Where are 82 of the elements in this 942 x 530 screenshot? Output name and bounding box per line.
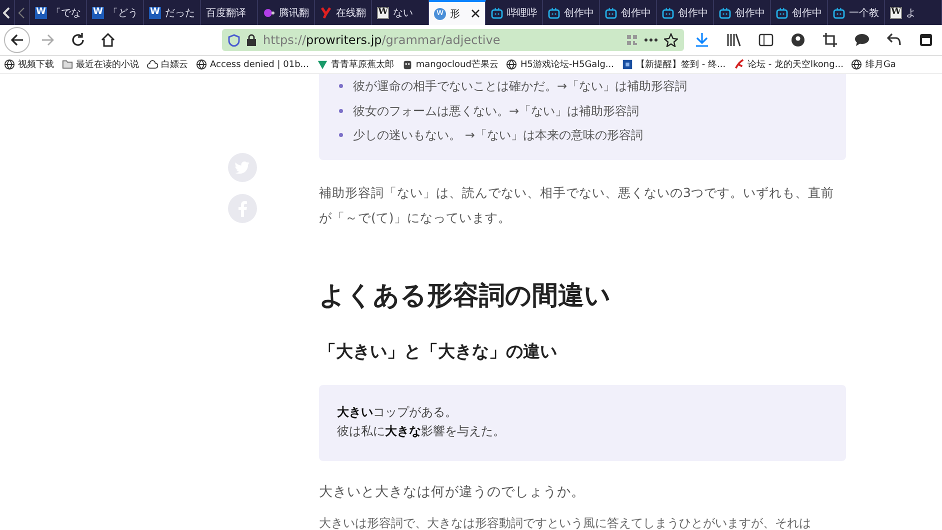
list-item-text: 彼が運命の相手でないことは確かだ。→「ない」は補助形容詞 <box>353 78 688 95</box>
tv-icon <box>548 6 560 18</box>
globe-icon <box>196 59 207 70</box>
bookmark-item[interactable]: 白嫖云 <box>161 58 188 71</box>
favicon: W <box>149 6 161 18</box>
square-logo-icon <box>622 59 633 70</box>
browser-tab[interactable]: 创作中 <box>600 0 657 25</box>
star-icon[interactable] <box>664 33 678 47</box>
reload-icon[interactable] <box>70 32 86 48</box>
fork-logo-icon <box>320 6 332 18</box>
browser-tab[interactable]: 创作中 <box>714 0 771 25</box>
browser-tab[interactable]: W よ <box>885 0 942 25</box>
lock-icon <box>246 34 257 46</box>
body-paragraph: 補助形容詞「ない」は、読んでない、相手でない、悪くないの3つです。いずれも、直前が「～で(て)」になっています。 <box>319 184 835 226</box>
bookmark-item[interactable]: 青青草原蕉太郎 <box>330 58 394 71</box>
brush-stroke-icon <box>734 59 745 70</box>
favicon: W <box>890 6 902 18</box>
browser-tab[interactable]: W 「どう <box>87 0 144 25</box>
globe-icon <box>851 59 862 70</box>
example-sentence: 彼は私に大きな影響を与えた。 <box>337 422 506 440</box>
v-shape-icon <box>316 59 328 70</box>
cloud-icon <box>147 59 158 70</box>
back-button[interactable] <box>4 27 30 53</box>
sidebar-icon[interactable] <box>758 32 774 48</box>
mascot-icon <box>402 59 413 70</box>
account-icon[interactable] <box>790 32 806 48</box>
favicon: W <box>92 6 104 18</box>
bookmark-item[interactable]: 最近在读的小说 <box>76 58 139 71</box>
bookmark-item[interactable]: 视频下载 <box>18 58 54 71</box>
tv-icon <box>833 6 845 18</box>
tv-icon <box>719 6 731 18</box>
browser-tab[interactable]: 创作中 <box>657 0 714 25</box>
home-icon[interactable] <box>100 32 116 48</box>
bookmark-item[interactable]: 【新提醒】签到 - 终... <box>636 58 726 71</box>
download-icon[interactable] <box>694 32 710 48</box>
folder-icon <box>62 59 73 70</box>
favicon: W <box>377 6 389 18</box>
undo-icon[interactable] <box>886 32 902 48</box>
close-icon[interactable] <box>471 9 480 18</box>
browser-tab[interactable]: 一个教 <box>828 0 885 25</box>
url-text: https://prowriters.jp/grammar/adjective <box>263 33 500 47</box>
chat-bubble-icon[interactable] <box>854 32 870 48</box>
dot-icon <box>263 6 275 18</box>
address-bar[interactable]: https://prowriters.jp/grammar/adjective <box>222 29 684 51</box>
browser-tab[interactable]: 哔哩哔 <box>486 0 543 25</box>
browser-tab[interactable]: W だった <box>144 0 201 25</box>
crop-icon[interactable] <box>822 32 838 48</box>
tv-icon <box>776 6 788 18</box>
shield-icon <box>228 34 240 46</box>
tv-icon <box>605 6 617 18</box>
bookmark-item[interactable]: H5游戏论坛-H5Galg... <box>520 58 614 71</box>
subsection-heading: 「大きい」と「大きな」の違い <box>319 340 558 362</box>
bookmark-item[interactable]: 绯月Ga <box>865 58 896 71</box>
globe-icon <box>4 59 15 70</box>
more-icon[interactable] <box>644 38 658 42</box>
globe-icon <box>506 59 518 70</box>
browser-tab[interactable]: 创作中 <box>543 0 600 25</box>
window-icon[interactable] <box>918 32 934 48</box>
browser-tab[interactable]: W 「でな <box>30 0 87 25</box>
favicon: W <box>35 6 47 18</box>
bullet <box>339 84 343 88</box>
library-icon[interactable] <box>726 32 742 48</box>
bullet <box>339 108 343 113</box>
tv-icon <box>491 6 503 18</box>
bookmark-item[interactable]: mangocloud芒果云 <box>416 58 498 71</box>
bookmark-item[interactable]: Access denied | 01b... <box>210 60 309 70</box>
body-paragraph: 大きいは形容詞で、大きなは形容動詞ですという風に答えてしまうひとがいますが、それは <box>319 514 812 530</box>
browser-tab[interactable]: 百度翻译 <box>201 0 258 25</box>
list-item-text: 彼女のフォームは悪くない。→「ない」は補助形容詞 <box>353 102 640 120</box>
browser-tab[interactable]: 创作中 <box>771 0 828 25</box>
bullet <box>339 133 343 138</box>
back-arrow-icon <box>9 32 25 48</box>
tv-icon <box>662 6 674 18</box>
section-heading: よくある形容詞の間違い <box>319 280 612 312</box>
browser-tab[interactable]: 腾讯翻 <box>258 0 315 25</box>
browser-tab[interactable]: w 形 <box>429 0 486 25</box>
list-item-text: 少しの迷いもない。 →「ない」は本来の意味の形容詞 <box>353 127 643 144</box>
body-paragraph: 大きいと大きなは何が違うのでしょうか。 <box>319 482 586 500</box>
example-sentence: 大きいコップがある。 <box>337 404 458 420</box>
favicon: w <box>434 8 446 20</box>
bookmark-item[interactable]: 论坛 - 龙的天空lkong... <box>748 58 844 71</box>
browser-tab[interactable]: 在线翻 <box>315 0 372 25</box>
